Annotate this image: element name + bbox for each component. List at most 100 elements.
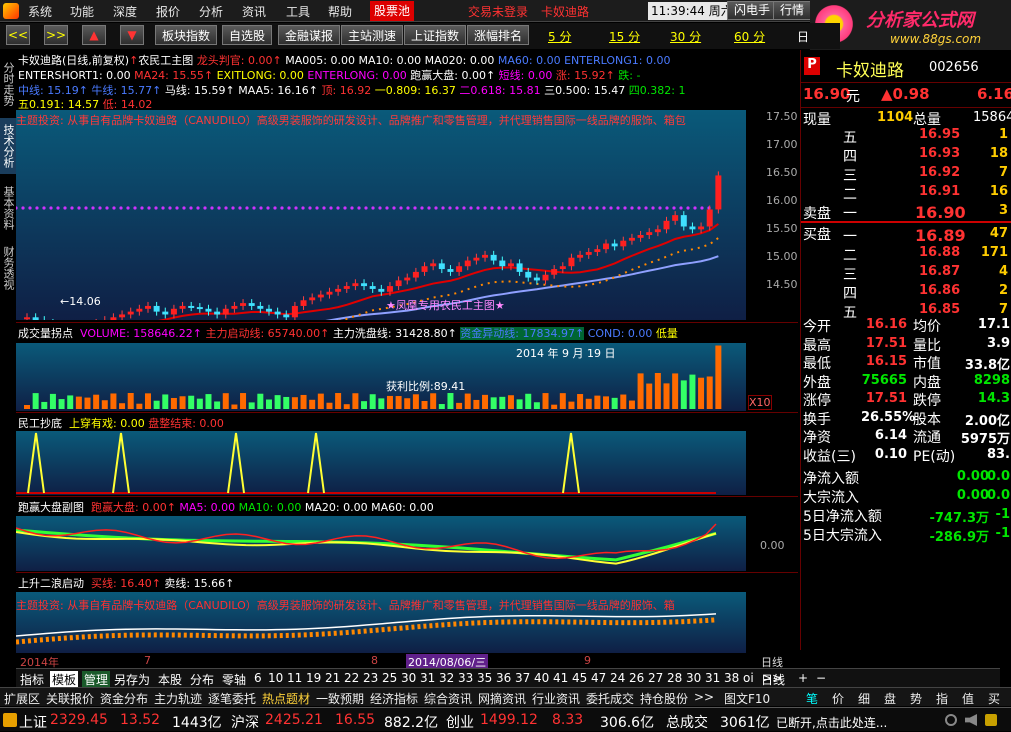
function-button[interactable]: 热点题材: [262, 690, 310, 707]
template-tab[interactable]: 32: [439, 671, 454, 685]
template-tab[interactable]: 21: [325, 671, 340, 685]
panel-switch[interactable]: 值: [962, 690, 974, 707]
sh-label[interactable]: 上证: [19, 712, 47, 732]
watchlist-button[interactable]: 自选股: [222, 25, 273, 45]
cy-label[interactable]: 创业: [446, 712, 474, 732]
template-tab[interactable]: 47: [591, 671, 606, 685]
up-button[interactable]: ▲: [82, 25, 106, 45]
template-tab[interactable]: 31: [420, 671, 435, 685]
function-button[interactable]: 网摘资讯: [478, 690, 526, 707]
template-tab[interactable]: 11: [287, 671, 302, 685]
tab-technical[interactable]: 技术分析: [0, 118, 16, 174]
panel-switch[interactable]: 势: [910, 690, 922, 707]
template-tab[interactable]: 31: [705, 671, 720, 685]
panel-switch[interactable]: 买: [988, 690, 1000, 707]
template-tab[interactable]: 37: [515, 671, 530, 685]
bid-row[interactable]: 一 16.89 47: [801, 225, 1011, 245]
period-60min[interactable]: 60 分: [734, 28, 765, 45]
down-button[interactable]: ▼: [120, 25, 144, 45]
tab-daily[interactable]: 日线: [761, 671, 785, 688]
panel-switch[interactable]: 笔: [806, 690, 818, 707]
bid-row[interactable]: 二 16.88 171: [801, 244, 1011, 264]
menu-analysis[interactable]: 分析: [199, 3, 223, 20]
tab-save-as[interactable]: 另存为: [114, 671, 150, 688]
function-button[interactable]: 资金分布: [100, 690, 148, 707]
period-30min[interactable]: 30 分: [670, 28, 701, 45]
ask-row[interactable]: 二 16.91 16: [801, 183, 1011, 203]
menu-help[interactable]: 帮助: [328, 3, 352, 20]
menu-tools[interactable]: 工具: [286, 3, 310, 20]
bid-row[interactable]: 三 16.87 4: [801, 263, 1011, 283]
template-tab[interactable]: 33: [458, 671, 473, 685]
template-tab[interactable]: 30: [401, 671, 416, 685]
tab-template[interactable]: 模板: [50, 671, 79, 688]
template-tab[interactable]: 40: [534, 671, 549, 685]
tab-financial[interactable]: 财务透视: [0, 240, 16, 296]
tab-intraday[interactable]: 分时走势: [0, 56, 16, 112]
volume-chart-area[interactable]: 2014 年 9 月 19 日 获利比例:89.41: [16, 343, 746, 411]
template-tab[interactable]: 19: [306, 671, 321, 685]
template-tab[interactable]: 30: [686, 671, 701, 685]
sector-index-button[interactable]: 板块指数: [155, 25, 218, 45]
ask-row[interactable]: 四 16.93 18: [801, 145, 1011, 165]
panel-switch[interactable]: 细: [858, 690, 870, 707]
function-button[interactable]: 主力轨迹: [154, 690, 202, 707]
tab-manage[interactable]: 管理: [82, 671, 111, 688]
bottom-pick-chart-area[interactable]: [16, 431, 746, 495]
menu-quote[interactable]: 报价: [156, 3, 180, 20]
period-day[interactable]: 日: [797, 28, 809, 45]
period-15min[interactable]: 15 分: [609, 28, 640, 45]
function-button[interactable]: 图文F10: [724, 690, 770, 707]
stock-link[interactable]: 卡奴迪路: [541, 3, 589, 20]
tab-indicator[interactable]: 指标: [20, 671, 44, 688]
bid-row[interactable]: 四 16.86 2: [801, 282, 1011, 302]
next-page-button[interactable]: >>: [44, 25, 68, 45]
function-button[interactable]: 行业资讯: [532, 690, 580, 707]
ask-row[interactable]: 三 16.92 7: [801, 164, 1011, 184]
period-5min[interactable]: 5 分: [548, 28, 571, 45]
menu-depth[interactable]: 深度: [113, 3, 137, 20]
template-tab[interactable]: 23: [363, 671, 378, 685]
function-button[interactable]: 关联报价: [46, 690, 94, 707]
sh-index-button[interactable]: 上证指数: [404, 25, 467, 45]
function-button[interactable]: 一致预期: [316, 690, 364, 707]
menu-function[interactable]: 功能: [70, 3, 94, 20]
template-tab[interactable]: 35: [477, 671, 492, 685]
function-button[interactable]: >>: [694, 690, 714, 704]
second-wave-chart-area[interactable]: 主题投资: 从事自有品牌卡奴迪路（CANUDILO）高级男装服饰的研发设计、品牌…: [16, 592, 746, 653]
function-button[interactable]: 持仓股份: [640, 690, 688, 707]
template-tab[interactable]: 10: [268, 671, 283, 685]
tab-basic-info[interactable]: 基本资料: [0, 180, 16, 236]
template-tab[interactable]: 6: [254, 671, 262, 685]
tab-zero-axis[interactable]: 零轴: [222, 671, 246, 688]
x10-badge[interactable]: X10: [748, 395, 772, 410]
market-button[interactable]: 行情: [773, 1, 812, 20]
panel-switch[interactable]: 指: [936, 690, 948, 707]
template-tab[interactable]: 38: [724, 671, 739, 685]
tab-distribution[interactable]: 分布: [190, 671, 214, 688]
trade-login-status[interactable]: 交易未登录: [468, 3, 528, 20]
connection-status[interactable]: 已断开,点击此处连...: [776, 714, 887, 731]
panel-switch[interactable]: 盘: [884, 690, 896, 707]
template-tab[interactable]: 22: [344, 671, 359, 685]
ask-row[interactable]: 五 16.95 1: [801, 126, 1011, 146]
zoom-out-button[interactable]: −: [816, 671, 826, 685]
menu-stock-pool[interactable]: 股票池: [370, 1, 415, 21]
template-tab[interactable]: 25: [382, 671, 397, 685]
template-tab[interactable]: 24: [610, 671, 625, 685]
function-button[interactable]: 经济指标: [370, 690, 418, 707]
template-tab[interactable]: 45: [572, 671, 587, 685]
template-tab[interactable]: 36: [496, 671, 511, 685]
outperform-chart-area[interactable]: [16, 516, 746, 571]
function-button[interactable]: 扩展区: [4, 690, 40, 707]
panel-switch[interactable]: 价: [832, 690, 844, 707]
zoom-in-button[interactable]: +: [798, 671, 808, 685]
template-tab[interactable]: oi: [743, 671, 754, 685]
template-tab[interactable]: 28: [667, 671, 682, 685]
template-tab[interactable]: 41: [553, 671, 568, 685]
menu-news[interactable]: 资讯: [242, 3, 266, 20]
template-tab[interactable]: 27: [648, 671, 663, 685]
tab-this-stock[interactable]: 本股: [158, 671, 182, 688]
top-gainers-button[interactable]: 涨幅排名: [467, 25, 530, 45]
template-tab[interactable]: 26: [629, 671, 644, 685]
